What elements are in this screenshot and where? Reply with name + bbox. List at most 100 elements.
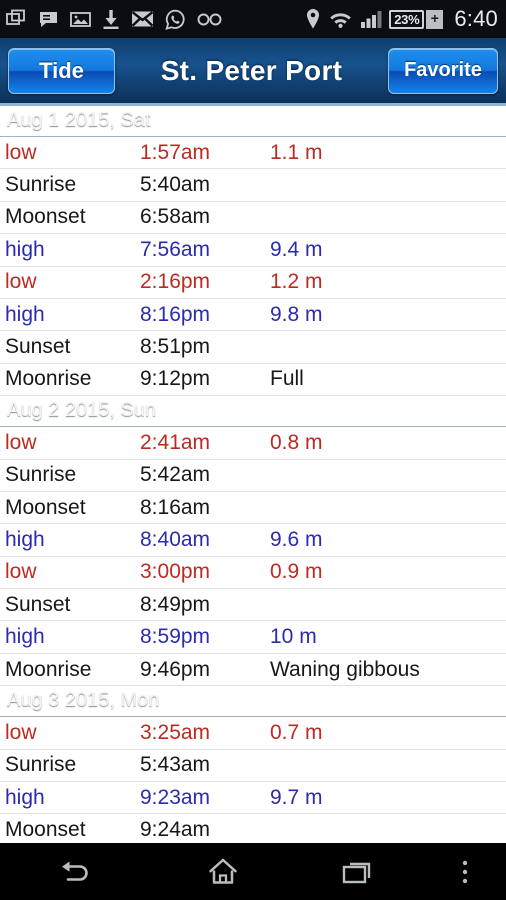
event-time-label: 7:56am bbox=[140, 237, 211, 261]
tide-event-row[interactable]: Sunset 8:51pm bbox=[0, 331, 506, 364]
event-type-label: Moonset bbox=[5, 818, 86, 842]
event-type-label: low bbox=[5, 430, 37, 454]
event-time-label: 1:57am bbox=[140, 140, 211, 164]
tide-event-row[interactable]: high 9:23am 9.7 m bbox=[0, 782, 506, 815]
status-bar-system-icons: 23% + 6:40 bbox=[305, 6, 498, 32]
tide-event-row[interactable]: low 2:16pm 1.2 m bbox=[0, 267, 506, 299]
tide-event-row[interactable]: high 8:59pm 10 m bbox=[0, 621, 506, 654]
tide-event-row[interactable]: low 3:00pm 0.9 m bbox=[0, 557, 506, 590]
tide-event-row[interactable]: Moonset 9:24am bbox=[0, 814, 506, 843]
event-time-label: 5:40am bbox=[140, 173, 211, 197]
tide-event-row[interactable]: low 3:25am 0.7 m bbox=[0, 717, 506, 750]
event-type-label: Moonset bbox=[5, 495, 86, 519]
tide-event-row[interactable]: high 7:56am 9.4 m bbox=[0, 234, 506, 267]
event-time-label: 9:24am bbox=[140, 818, 211, 842]
event-value-label: 9.8 m bbox=[270, 302, 323, 326]
event-type-label: low bbox=[5, 720, 37, 744]
tide-schedule-list[interactable]: Aug 1 2015, Sat low 1:57am 1.1 m Sunrise 5:40… bbox=[0, 106, 506, 843]
image-icon bbox=[70, 11, 91, 27]
event-type-label: Moonrise bbox=[5, 367, 92, 391]
tide-event-row[interactable]: Sunset 8:49pm bbox=[0, 589, 506, 622]
event-time-label: 8:59pm bbox=[140, 625, 211, 649]
voicemail-icon bbox=[197, 13, 222, 26]
event-time-label: 6:58am bbox=[140, 205, 211, 229]
sms-message-icon bbox=[40, 11, 57, 27]
tide-button[interactable]: Tide bbox=[8, 47, 115, 94]
back-button[interactable] bbox=[0, 857, 152, 887]
battery-percent-label: 23% bbox=[389, 9, 425, 29]
tide-event-row[interactable]: Moonrise 9:46pm Waning gibbous bbox=[0, 654, 506, 687]
tide-event-row[interactable]: high 8:16pm 9.8 m bbox=[0, 299, 506, 332]
event-time-label: 8:51pm bbox=[140, 335, 211, 359]
overflow-menu-button[interactable] bbox=[425, 858, 506, 886]
day-section-header: Aug 3 2015, Mon bbox=[0, 686, 506, 718]
app-title-bar: Tide St. Peter Port Favorite bbox=[0, 38, 506, 106]
tide-event-row[interactable]: Sunrise 5:43am bbox=[0, 750, 506, 783]
event-type-label: low bbox=[5, 270, 37, 294]
event-time-label: 5:42am bbox=[140, 463, 211, 487]
cellular-signal-icon bbox=[361, 11, 382, 28]
recent-apps-icon bbox=[343, 862, 371, 883]
event-value-label: 0.9 m bbox=[270, 560, 323, 584]
recent-apps-button[interactable] bbox=[293, 858, 425, 886]
event-value-label: Full bbox=[270, 367, 304, 391]
tide-event-row[interactable]: low 1:57am 1.1 m bbox=[0, 137, 506, 170]
event-value-label: 9.6 m bbox=[270, 527, 323, 551]
event-type-label: high bbox=[5, 785, 45, 809]
event-value-label: 9.7 m bbox=[270, 785, 323, 809]
android-navigation-bar bbox=[0, 843, 506, 900]
tide-event-row[interactable]: Sunrise 5:42am bbox=[0, 460, 506, 492]
event-time-label: 8:49pm bbox=[140, 592, 211, 616]
event-type-label: Sunset bbox=[5, 592, 71, 616]
event-value-label: 9.4 m bbox=[270, 237, 323, 261]
status-bar-clock: 6:40 bbox=[454, 6, 498, 31]
event-type-label: low bbox=[5, 140, 37, 164]
location-icon bbox=[307, 9, 320, 29]
event-value-label: 10 m bbox=[270, 625, 317, 649]
tide-event-row[interactable]: Moonset 8:16am bbox=[0, 492, 506, 525]
status-bar-notification-icons bbox=[6, 9, 305, 30]
whatsapp-icon bbox=[165, 9, 185, 30]
tide-event-row[interactable]: high 8:40am 9.6 m bbox=[0, 524, 506, 557]
event-type-label: Sunrise bbox=[5, 753, 77, 777]
event-value-label: 1.1 m bbox=[270, 140, 323, 164]
event-time-label: 5:43am bbox=[140, 753, 211, 777]
tide-event-row[interactable]: Moonrise 9:12pm Full bbox=[0, 364, 506, 397]
favorite-button[interactable]: Favorite bbox=[388, 47, 498, 94]
event-value-label: 1.2 m bbox=[270, 270, 323, 294]
event-time-label: 3:00pm bbox=[140, 560, 211, 584]
battery-indicator: 23% + bbox=[389, 9, 444, 29]
home-icon bbox=[208, 858, 237, 884]
event-type-label: Sunset bbox=[5, 335, 71, 359]
tide-event-row[interactable]: Sunrise 5:40am bbox=[0, 169, 506, 202]
event-time-label: 9:23am bbox=[140, 785, 211, 809]
event-time-label: 2:41am bbox=[140, 430, 211, 454]
event-type-label: Sunrise bbox=[5, 463, 77, 487]
tide-event-row[interactable]: Moonset 6:58am bbox=[0, 202, 506, 235]
event-type-label: Moonrise bbox=[5, 657, 92, 681]
event-type-label: high bbox=[5, 302, 45, 326]
tide-app-screen: 23% + 6:40 Tide St. Peter Port Favorite … bbox=[0, 0, 506, 900]
event-type-label: Moonset bbox=[5, 205, 86, 229]
event-value-label: 0.7 m bbox=[270, 720, 323, 744]
wifi-icon bbox=[330, 13, 352, 28]
status-bar: 23% + 6:40 bbox=[0, 0, 506, 38]
day-section-header: Aug 2 2015, Sun bbox=[0, 396, 506, 428]
event-time-label: 8:16am bbox=[140, 495, 211, 519]
tide-event-row[interactable]: low 2:41am 0.8 m bbox=[0, 427, 506, 460]
event-time-label: 9:46pm bbox=[140, 657, 211, 681]
event-time-label: 8:16pm bbox=[140, 302, 211, 326]
day-section-header: Aug 1 2015, Sat bbox=[0, 106, 506, 137]
overflow-menu-icon bbox=[463, 860, 468, 883]
event-time-label: 2:16pm bbox=[140, 270, 211, 294]
download-icon bbox=[103, 9, 119, 29]
email-icon bbox=[131, 11, 154, 27]
event-value-label: Waning gibbous bbox=[270, 657, 420, 681]
event-type-label: high bbox=[5, 625, 45, 649]
event-time-label: 3:25am bbox=[140, 720, 211, 744]
page-title: St. Peter Port bbox=[160, 54, 343, 86]
event-time-label: 9:12pm bbox=[140, 367, 211, 391]
event-time-label: 8:40am bbox=[140, 527, 211, 551]
home-button[interactable] bbox=[152, 857, 294, 887]
back-arrow-icon bbox=[61, 861, 88, 881]
